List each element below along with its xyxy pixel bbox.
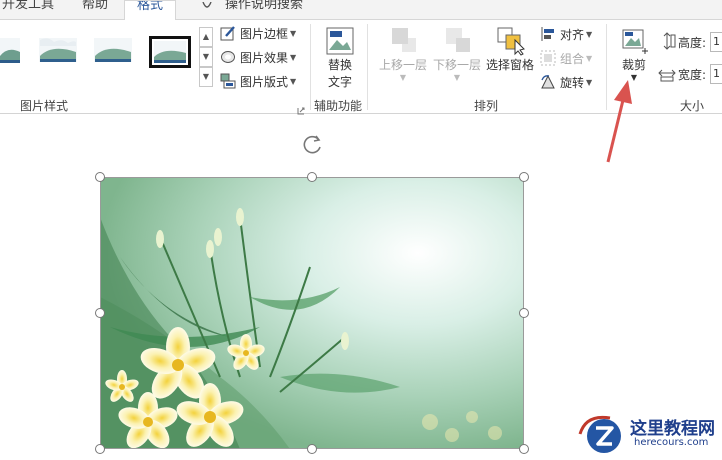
ribbon-group-separator xyxy=(310,24,311,110)
selection-border xyxy=(100,177,524,449)
chevron-down-icon: ▼ xyxy=(399,73,407,82)
resize-handle-top[interactable] xyxy=(307,172,317,182)
resize-handle-bottom-right[interactable] xyxy=(519,444,529,454)
picture-style-thumb-4-selected[interactable] xyxy=(149,36,191,68)
annotation-arrow xyxy=(600,78,640,172)
chevron-down-icon: ▼ xyxy=(453,73,461,82)
watermark-title: 这里教程网 xyxy=(630,419,715,439)
resize-handle-bottom-left[interactable] xyxy=(95,444,105,454)
alt-text-icon xyxy=(325,26,355,56)
picture-layout-button[interactable]: 图片版式 ▼ xyxy=(220,71,296,91)
height-label: 高度: xyxy=(678,36,707,50)
selection-pane-button[interactable]: 选择窗格 xyxy=(484,26,536,73)
bring-forward-button[interactable]: 上移一层 ▼ xyxy=(376,26,430,82)
more-icon: ▼ xyxy=(202,72,210,81)
ribbon-tab-bar: 开发工具 帮助 格式 操作说明搜索 xyxy=(0,0,722,21)
picture-style-thumb-1[interactable] xyxy=(0,34,40,66)
lightbulb-icon[interactable] xyxy=(200,0,214,18)
tab-help[interactable]: 帮助 xyxy=(82,0,108,12)
resize-handle-top-right[interactable] xyxy=(519,172,529,182)
group-label-picture-styles: 图片样式 xyxy=(20,99,69,113)
gallery-more-button[interactable]: ▼ xyxy=(199,67,213,87)
chevron-down-icon: ▼ xyxy=(290,52,297,62)
gallery-scroll-up-button[interactable]: ▲ xyxy=(199,27,213,47)
gallery-scroll-down-button[interactable]: ▼ xyxy=(199,47,213,67)
ribbon-group-separator xyxy=(367,24,368,110)
chevron-down-icon: ▼ xyxy=(290,76,297,86)
watermark-url: herecours.com xyxy=(634,437,709,448)
picture-effects-button[interactable]: 图片效果 ▼ xyxy=(220,47,296,67)
tab-developer[interactable]: 开发工具 xyxy=(2,0,54,12)
send-backward-icon xyxy=(442,26,472,56)
picture-border-button[interactable]: 图片边框 ▼ xyxy=(220,23,296,43)
chevron-down-icon: ▼ xyxy=(586,77,593,87)
rotate-handle-icon[interactable] xyxy=(302,134,324,160)
height-input[interactable]: 1 xyxy=(710,32,722,52)
width-icon xyxy=(658,64,676,86)
resize-handle-bottom[interactable] xyxy=(307,444,317,454)
send-backward-button[interactable]: 下移一层 ▼ xyxy=(430,26,484,82)
chevron-down-icon: ▼ xyxy=(586,53,593,63)
watermark: 这里教程网 herecours.com xyxy=(576,412,722,457)
width-input[interactable]: 1 xyxy=(710,64,722,84)
resize-handle-left[interactable] xyxy=(95,308,105,318)
tab-format[interactable]: 格式 xyxy=(124,0,177,21)
chevron-down-icon: ▼ xyxy=(290,28,297,38)
group-button[interactable]: 组合 ▼ xyxy=(540,48,592,68)
resize-handle-right[interactable] xyxy=(519,308,529,318)
chevron-down-icon: ▼ xyxy=(586,29,593,39)
chevron-down-icon: ▼ xyxy=(202,52,210,61)
crop-button[interactable]: 裁剪 ▼ xyxy=(614,26,654,82)
selection-pane-icon xyxy=(495,26,525,56)
align-button[interactable]: 对齐 ▼ xyxy=(540,24,592,44)
height-icon xyxy=(658,32,676,54)
alt-text-button[interactable]: 替换 文字 xyxy=(318,26,362,90)
resize-handle-top-left[interactable] xyxy=(95,172,105,182)
group-label-size: 大小 xyxy=(680,99,705,113)
picture-style-thumb-2[interactable] xyxy=(38,34,78,66)
tell-me-search[interactable]: 操作说明搜索 xyxy=(225,0,303,12)
watermark-logo-icon xyxy=(576,412,628,460)
group-label-arrange: 排列 xyxy=(474,99,499,113)
align-icon xyxy=(540,26,556,42)
chevron-up-icon: ▲ xyxy=(202,32,210,41)
rotate-button[interactable]: 旋转 ▼ xyxy=(540,72,592,92)
picture-layout-icon xyxy=(220,73,236,89)
width-label: 宽度: xyxy=(678,68,707,82)
group-label-accessibility: 辅助功能 xyxy=(314,99,363,113)
rotate-icon xyxy=(540,74,556,90)
bring-forward-icon xyxy=(388,26,418,56)
pencil-border-icon xyxy=(220,25,236,41)
effects-icon xyxy=(220,49,236,65)
group-icon xyxy=(540,50,556,66)
picture-style-thumb-3[interactable] xyxy=(93,34,133,66)
crop-icon xyxy=(619,26,649,56)
